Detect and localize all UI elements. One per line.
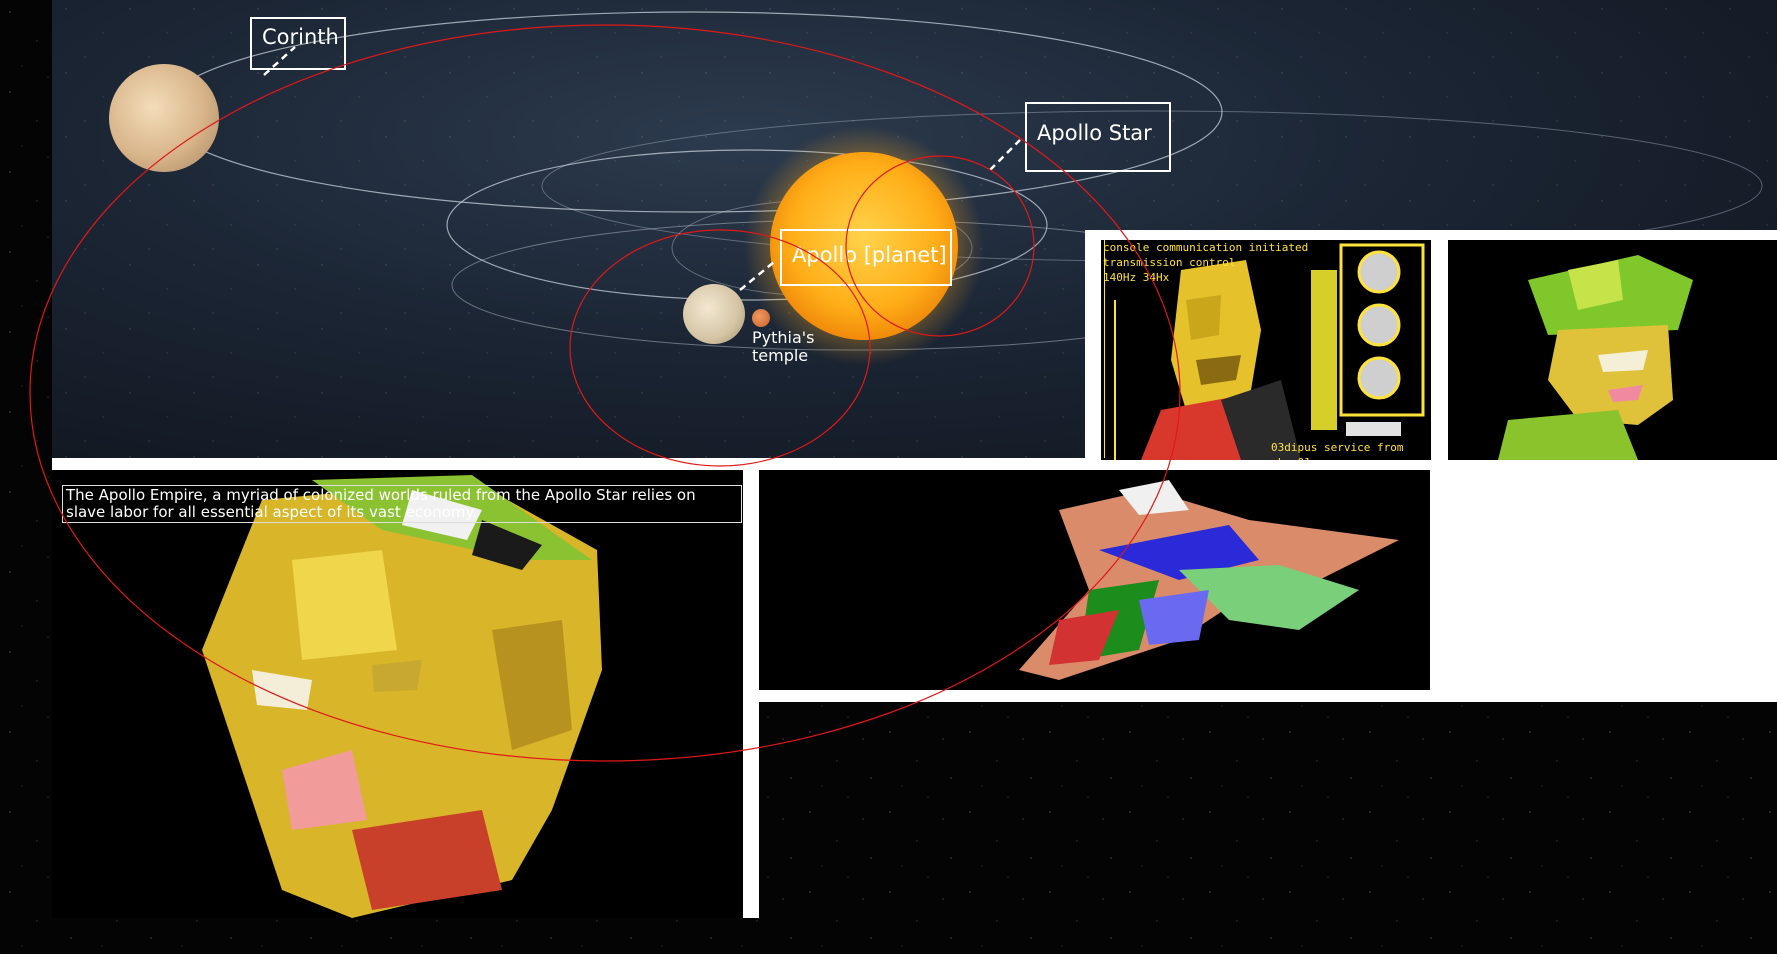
- apollo-star-leader: [989, 139, 1021, 171]
- yellow-portrait-art: [202, 475, 602, 918]
- corinth-planet: [109, 64, 219, 172]
- console-footer: 03dipus service from akra01: [1271, 441, 1404, 460]
- apollo-planet-label: Apollo [planet]: [780, 229, 952, 286]
- bottom-starfield-panel: [759, 702, 1777, 918]
- console-line-2: transmission control: [1103, 256, 1236, 269]
- frame-divider-vertical: [743, 458, 759, 918]
- spaceship-art: [1019, 480, 1399, 680]
- console-line-1: console communication initiated: [1103, 241, 1309, 254]
- frame-divider-bottom: [759, 690, 1446, 702]
- temple-moon: [752, 309, 770, 327]
- left-portrait-panel: The Apollo Empire, a myriad of colonized…: [52, 470, 743, 918]
- console-line-3: 140Hz 34Hx: [1103, 271, 1170, 284]
- apollo-star-label: Apollo Star: [1025, 102, 1171, 172]
- pythia-temple-label: Pythia's temple: [752, 328, 815, 365]
- apollo-planet: [683, 284, 745, 344]
- empire-caption: The Apollo Empire, a myriad of colonized…: [62, 485, 742, 523]
- spaceship-panel: [759, 470, 1430, 690]
- green-hat-portrait-panel: [1448, 240, 1777, 460]
- corinth-label: Corinth: [250, 17, 346, 70]
- green-hat-portrait-art: [1498, 255, 1693, 460]
- console-portrait-panel: console communication initiated transmis…: [1101, 240, 1431, 460]
